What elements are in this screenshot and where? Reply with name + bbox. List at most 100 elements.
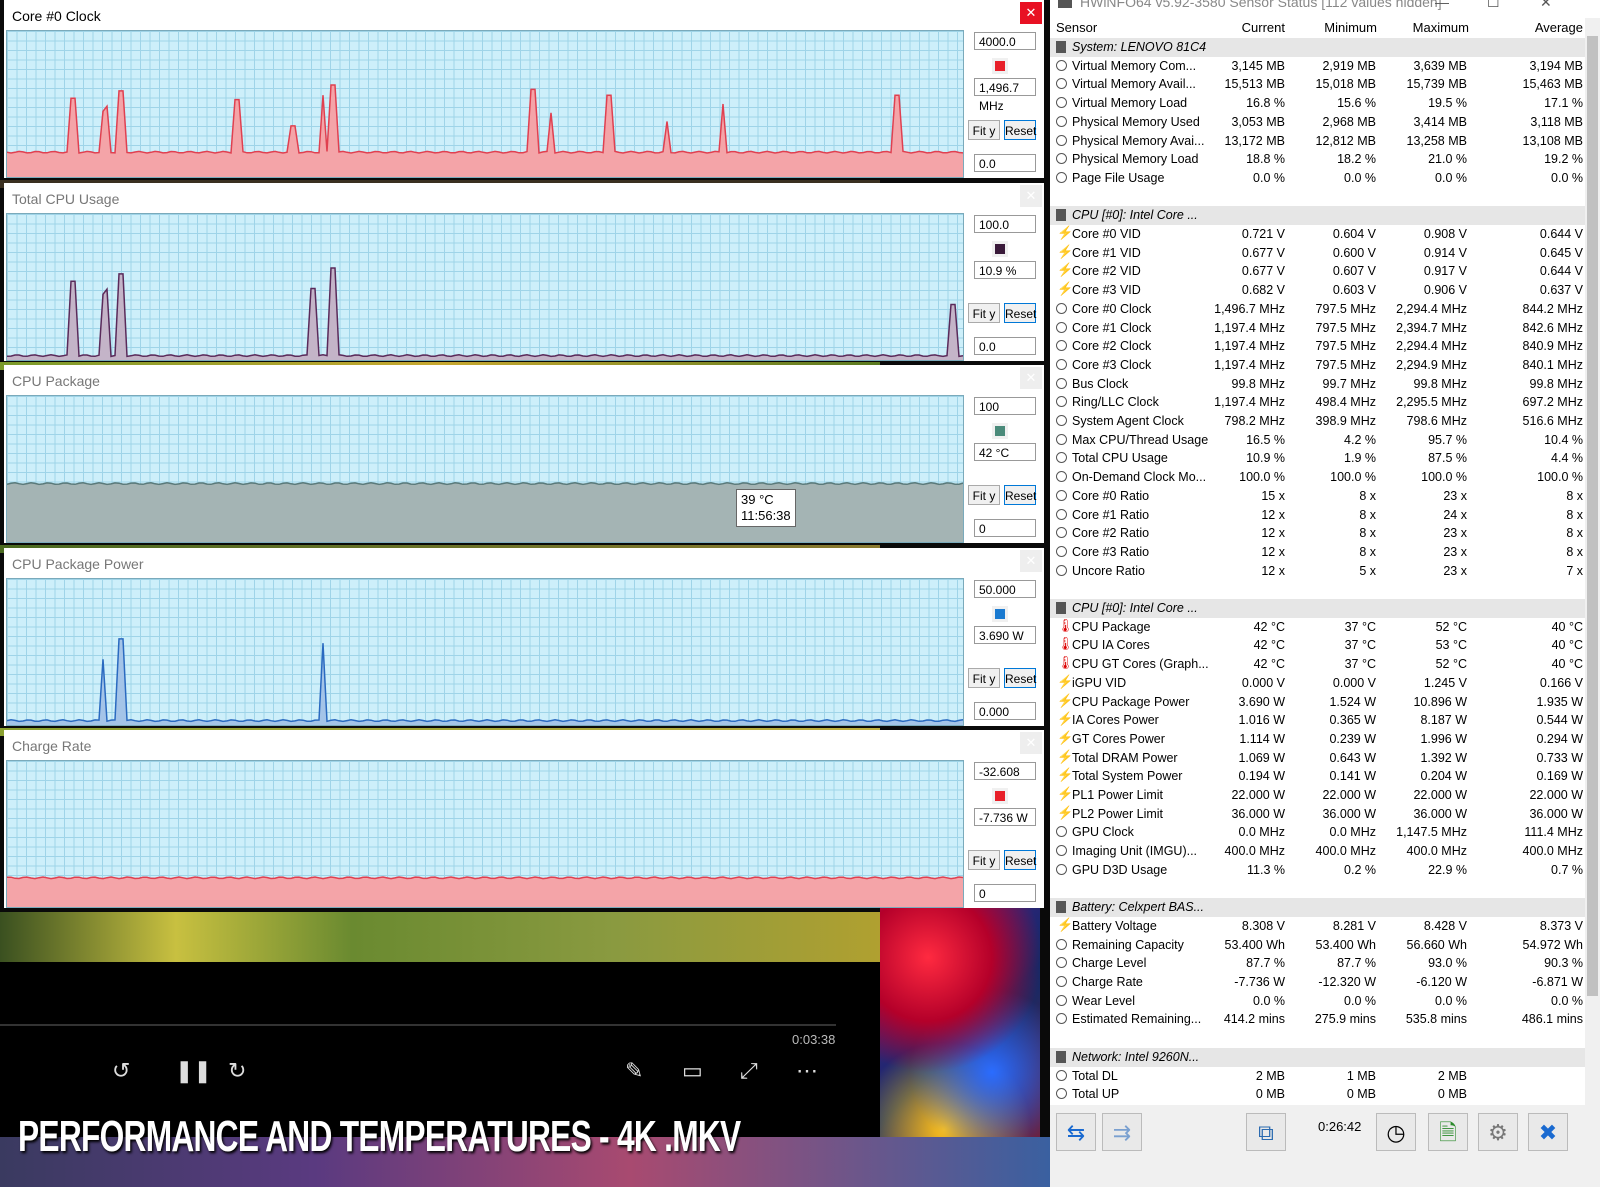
sensor-row[interactable]: Core #0 Ratio 15 x 8 x 23 x 8 x (1050, 487, 1585, 506)
sensor-row[interactable]: Core #1 Ratio 12 x 8 x 24 x 8 x (1050, 506, 1585, 525)
sensor-row[interactable]: Charge Rate -7.736 W -12.320 W -6.120 W -6.8… (1050, 973, 1585, 992)
series-color-swatch[interactable] (992, 606, 1008, 622)
sensor-row[interactable]: Core #3 Clock 1,197.4 MHz 797.5 MHz 2,294.9… (1050, 356, 1585, 375)
graph-min-field[interactable]: 0 (974, 519, 1036, 537)
close-icon[interactable]: ✕ (1020, 550, 1042, 572)
sensor-row[interactable]: Physical Memory Used 3,053 MB 2,968 MB 3,41… (1050, 113, 1585, 132)
sensor-row[interactable]: Total UP 0 MB 0 MB 0 MB (1050, 1085, 1585, 1104)
graph-max-field[interactable]: 4000.0 (974, 32, 1036, 50)
sensor-row[interactable]: Charge Level 87.7 % 87.7 % 93.0 % 90.3 % (1050, 954, 1585, 973)
fit-y-button[interactable]: Fit y (968, 668, 1000, 688)
network-icon[interactable]: ⧉ (1246, 1113, 1286, 1151)
reset-button[interactable]: Reset (1004, 303, 1036, 323)
pause-icon[interactable]: ❚❚ (175, 1058, 212, 1084)
sensor-row[interactable]: Page File Usage 0.0 % 0.0 % 0.0 % 0.0 % (1050, 169, 1585, 188)
sensor-row[interactable]: Ring/LLC Clock 1,197.4 MHz 498.4 MHz 2,295.… (1050, 393, 1585, 412)
close-icon[interactable]: ✕ (1540, 0, 1552, 11)
col-current[interactable]: Current (1242, 20, 1285, 35)
sensor-row[interactable]: Core #3 Ratio 12 x 8 x 23 x 8 x (1050, 543, 1585, 562)
sensor-row[interactable]: Total CPU Usage 10.9 % 1.9 % 87.5 % 4.4 % (1050, 449, 1585, 468)
sensor-row[interactable]: ⚡ CPU Package Power 3.690 W 1.524 W 10.896 W… (1050, 693, 1585, 712)
sensor-row[interactable]: Core #1 Clock 1,197.4 MHz 797.5 MHz 2,394.7… (1050, 319, 1585, 338)
add-report-icon[interactable]: 🗎 (1428, 1113, 1468, 1151)
sensor-row[interactable]: ⚡ PL2 Power Limit 36.000 W 36.000 W 36.000 W… (1050, 805, 1585, 824)
arrows-left-right-icon[interactable]: ⇆ (1056, 1113, 1096, 1151)
sensor-group-row[interactable]: CPU [#0]: Intel Core ... (1050, 599, 1585, 618)
graph-min-field[interactable]: 0.0 (974, 337, 1036, 355)
close-icon[interactable]: ✕ (1020, 2, 1042, 24)
sensor-row[interactable]: ⚡ iGPU VID 0.000 V 0.000 V 1.245 V 0.166 V (1050, 674, 1585, 693)
sensor-row[interactable]: Core #0 Clock 1,496.7 MHz 797.5 MHz 2,294.4… (1050, 300, 1585, 319)
maximize-icon[interactable]: ☐ (1487, 0, 1500, 11)
reset-button[interactable]: Reset (1004, 120, 1036, 140)
sensor-row[interactable]: Virtual Memory Com... 3,145 MB 2,919 MB 3,6… (1050, 57, 1585, 76)
sensor-row[interactable]: ⚡ Total DRAM Power 1.069 W 0.643 W 1.392 W 0.… (1050, 749, 1585, 768)
graph-max-field[interactable]: 100 (974, 397, 1036, 415)
sensor-group-row[interactable]: Battery: Celxpert BAS... (1050, 898, 1585, 918)
sensor-row[interactable]: Total DL 2 MB 1 MB 2 MB (1050, 1067, 1585, 1086)
sensor-row[interactable]: Remaining Capacity 53.400 Wh 53.400 Wh 56.6… (1050, 936, 1585, 955)
fit-y-button[interactable]: Fit y (968, 485, 1000, 505)
sensor-row[interactable]: Uncore Ratio 12 x 5 x 23 x 7 x (1050, 562, 1585, 581)
sensor-row[interactable]: System Agent Clock 798.2 MHz 398.9 MHz 798.… (1050, 412, 1585, 431)
sensor-row[interactable]: 🌡 CPU IA Cores 42 °C 37 °C 53 °C 40 °C (1050, 636, 1585, 655)
col-sensor[interactable]: Sensor (1056, 20, 1097, 35)
sensor-row[interactable]: ⚡ Core #0 VID 0.721 V 0.604 V 0.908 V 0.644 V (1050, 225, 1585, 244)
subtitles-icon[interactable]: ▭ (682, 1058, 703, 1084)
sensor-row[interactable]: ⚡ Battery Voltage 8.308 V 8.281 V 8.428 V 8.3… (1050, 917, 1585, 936)
sensor-row[interactable]: ⚡ PL1 Power Limit 22.000 W 22.000 W 22.000 W… (1050, 786, 1585, 805)
close-icon[interactable]: ✕ (1020, 732, 1042, 754)
sensor-row[interactable]: GPU Clock 0.0 MHz 0.0 MHz 1,147.5 MHz 111.4 … (1050, 823, 1585, 842)
fit-y-button[interactable]: Fit y (968, 120, 1000, 140)
series-color-swatch[interactable] (992, 788, 1008, 804)
rewind-10-icon[interactable]: ↺ (112, 1058, 130, 1084)
sensor-row[interactable]: ⚡ IA Cores Power 1.016 W 0.365 W 8.187 W 0.54… (1050, 711, 1585, 730)
sensor-row[interactable]: Physical Memory Load 18.8 % 18.2 % 21.0 % 19… (1050, 150, 1585, 169)
forward-30-icon[interactable]: ↻ (228, 1058, 246, 1084)
col-maximum[interactable]: Maximum (1413, 20, 1469, 35)
sensor-row[interactable]: On-Demand Clock Mo... 100.0 % 100.0 % 100.0… (1050, 468, 1585, 487)
graph-max-field[interactable]: 100.0 (974, 215, 1036, 233)
sensor-row[interactable]: 🌡 CPU Package 42 °C 37 °C 52 °C 40 °C (1050, 618, 1585, 637)
more-icon[interactable]: ⋯ (796, 1058, 818, 1084)
scrollbar-thumb[interactable] (1587, 36, 1598, 996)
fit-y-button[interactable]: Fit y (968, 850, 1000, 870)
clock-icon[interactable]: ◷ (1376, 1113, 1416, 1151)
graph-min-field[interactable]: 0 (974, 884, 1036, 902)
sensor-row[interactable]: Wear Level 0.0 % 0.0 % 0.0 % 0.0 % (1050, 992, 1585, 1011)
sensor-row[interactable]: Physical Memory Avai... 13,172 MB 12,812 M… (1050, 132, 1585, 151)
series-color-swatch[interactable] (992, 423, 1008, 439)
exit-icon[interactable]: ✖ (1528, 1113, 1568, 1151)
scrollbar[interactable] (1585, 18, 1600, 1118)
sensor-row[interactable]: ⚡ Core #1 VID 0.677 V 0.600 V 0.914 V 0.645 V (1050, 244, 1585, 263)
sensor-row[interactable]: ⚡ Total System Power 0.194 W 0.141 W 0.204 W… (1050, 767, 1585, 786)
series-color-swatch[interactable] (992, 241, 1008, 257)
sensor-group-row[interactable]: Network: Intel 9260N... (1050, 1047, 1585, 1067)
graph-min-field[interactable]: 0.000 (974, 702, 1036, 720)
col-average[interactable]: Average (1535, 20, 1583, 35)
sensor-row[interactable]: Virtual Memory Avail... 15,513 MB 15,018 M… (1050, 75, 1585, 94)
graph-min-field[interactable]: 0.0 (974, 154, 1036, 172)
sensor-row[interactable]: 🌡 CPU GT Cores (Graph... 42 °C 37 °C 52 °C 40… (1050, 655, 1585, 674)
close-icon[interactable]: ✕ (1020, 367, 1042, 389)
graph-max-field[interactable]: 50.000 (974, 580, 1036, 598)
fullscreen-icon[interactable]: ⤢ (740, 1058, 758, 1084)
sensor-row[interactable]: GPU D3D Usage 11.3 % 0.2 % 22.9 % 0.7 % (1050, 861, 1585, 880)
sensor-row[interactable]: ⚡ GT Cores Power 1.114 W 0.239 W 1.996 W 0.29… (1050, 730, 1585, 749)
close-icon[interactable]: ✕ (1020, 185, 1042, 207)
fit-y-button[interactable]: Fit y (968, 303, 1000, 323)
sensor-group-row[interactable]: CPU [#0]: Intel Core ... (1050, 206, 1585, 226)
graph-max-field[interactable]: -32.608 (974, 762, 1036, 780)
reset-button[interactable]: Reset (1004, 485, 1036, 505)
sensor-row[interactable]: Max CPU/Thread Usage 16.5 % 4.2 % 95.7 % 10.… (1050, 431, 1585, 450)
sensor-row[interactable]: Estimated Remaining... 414.2 mins 275.9 mi… (1050, 1010, 1585, 1029)
minimize-icon[interactable]: — (1435, 0, 1449, 10)
reset-button[interactable]: Reset (1004, 668, 1036, 688)
seek-bar[interactable] (0, 1024, 836, 1026)
col-minimum[interactable]: Minimum (1324, 20, 1377, 35)
reset-button[interactable]: Reset (1004, 850, 1036, 870)
sensor-row[interactable]: ⚡ Core #2 VID 0.677 V 0.607 V 0.917 V 0.644 V (1050, 262, 1585, 281)
arrows-collapse-icon[interactable]: ⇉ (1102, 1113, 1142, 1151)
sensor-row[interactable]: ⚡ Core #3 VID 0.682 V 0.603 V 0.906 V 0.637 V (1050, 281, 1585, 300)
series-color-swatch[interactable] (992, 58, 1008, 74)
